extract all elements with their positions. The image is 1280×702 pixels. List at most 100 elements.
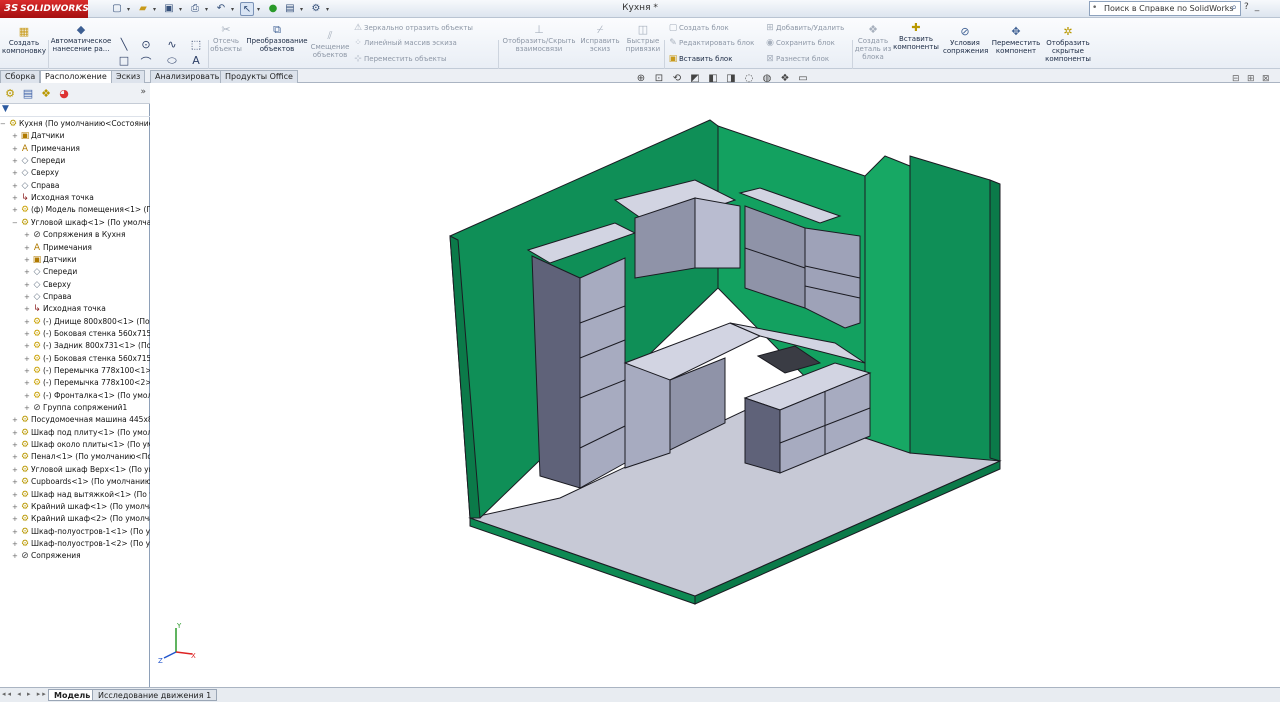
display-manager-icon[interactable]: ◕ — [56, 86, 72, 102]
mate-conditions-button[interactable]: ⊘ Условия сопряжения — [943, 26, 988, 56]
insert-block-button[interactable]: ▣ Вставить блок — [667, 53, 733, 65]
spline-icon[interactable]: ∿ — [165, 38, 179, 51]
previous-view-icon[interactable]: ⟲ — [670, 73, 684, 87]
undo-icon[interactable]: ↶ — [214, 2, 228, 16]
print-icon[interactable]: ⎙ — [188, 2, 202, 16]
tree-node[interactable]: + ⊘ Сопряжения — [12, 550, 81, 562]
mirror-entities-button[interactable]: ⚠ Зеркально отразить объекты — [352, 22, 473, 34]
tree-filter[interactable]: ▼ — [0, 104, 150, 117]
undo-dropdown-icon[interactable]: ▾ — [231, 6, 237, 13]
expand-toggle-icon[interactable]: − — [12, 217, 19, 229]
save-dropdown-icon[interactable]: ▾ — [179, 6, 185, 13]
tree-node[interactable]: + ⚙ Пенал<1> (По умолчанию<По — [12, 451, 150, 463]
section-view-icon[interactable]: ◩ — [688, 73, 702, 87]
offset-entities-button[interactable]: ⫽ Смещение объектов — [310, 30, 350, 60]
insert-components-button[interactable]: ✚ Вставить компоненты — [893, 22, 939, 52]
explode-block-button[interactable]: ⊠ Разнести блок — [764, 53, 829, 65]
line-icon[interactable]: ╲ — [117, 38, 131, 51]
feature-manager-tree-icon[interactable]: ⚙ — [2, 86, 18, 102]
expand-toggle-icon[interactable]: + — [24, 365, 31, 377]
filter-icon[interactable]: ▼ — [2, 104, 9, 114]
expand-panel-icon[interactable]: » — [140, 87, 146, 97]
options-gear-icon[interactable]: ⚙ — [309, 2, 323, 16]
options-dropdown-icon[interactable]: ▾ — [326, 6, 332, 13]
add-remove-block-button[interactable]: ⊞ Добавить/Удалить — [764, 22, 844, 34]
expand-toggle-icon[interactable]: + — [24, 377, 31, 389]
expand-toggle-icon[interactable]: + — [24, 316, 31, 328]
tree-node[interactable]: + A Примечания — [12, 143, 80, 155]
expand-toggle-icon[interactable]: + — [24, 340, 31, 352]
expand-toggle-icon[interactable]: + — [12, 526, 19, 538]
linear-pattern-button[interactable]: ⁘ Линейный массив эскиза — [352, 37, 457, 49]
expand-toggle-icon[interactable]: + — [24, 402, 31, 414]
tree-node[interactable]: +⚙(-) Перемычка 778x100<1> (П — [24, 365, 150, 377]
tree-node[interactable]: + ⚙ Угловой шкаф Верх<1> (По умо — [12, 464, 150, 476]
tree-node[interactable]: + ⚙ Посудомоечная машина 445x82 — [12, 414, 150, 426]
expand-toggle-icon[interactable]: + — [12, 439, 19, 451]
tree-node[interactable]: + ⚙ Крайний шкаф<1> (По умолчан — [12, 501, 150, 513]
tree-node[interactable]: + ⚙ Шкаф-полуостров-1<2> (По ум — [12, 538, 150, 550]
expand-toggle-icon[interactable]: + — [12, 130, 19, 142]
save-icon[interactable]: ▣ — [162, 2, 176, 16]
tree-node[interactable]: + ◇ Сверху — [24, 279, 71, 291]
tree-node[interactable]: + ⊘ Сопряжения в Кухня — [24, 229, 125, 241]
rebuild-icon[interactable]: ● — [266, 2, 280, 16]
tree-node[interactable]: + ⚙ (ф) Модель помещения<1> (По — [12, 204, 150, 216]
close-viewport-icon[interactable]: ⊠ — [1262, 74, 1270, 84]
expand-toggle-icon[interactable]: + — [12, 414, 19, 426]
tree-node[interactable]: + ◇ Справа — [24, 291, 72, 303]
tree-node[interactable]: + ⚙ Крайний шкаф<2> (По умолчан — [12, 513, 150, 525]
minimize-icon[interactable]: _ — [1255, 2, 1260, 12]
tree-node[interactable]: + ⊘ Группа сопряжений1 — [24, 402, 127, 414]
move-component-button[interactable]: ✥ Переместить компонент — [990, 26, 1042, 56]
expand-toggle-icon[interactable]: + — [24, 229, 31, 241]
print-dropdown-icon[interactable]: ▾ — [205, 6, 211, 13]
select-dropdown-icon[interactable]: ▾ — [257, 6, 263, 13]
convert-entities-button[interactable]: ⧉ Преобразование объектов — [246, 24, 308, 54]
tree-node[interactable]: − ⚙ Кухня (По умолчанию<Состояние — [0, 118, 150, 130]
configuration-manager-icon[interactable]: ❖ — [38, 86, 54, 102]
tree-node[interactable]: + ↳ Исходная точка — [24, 303, 106, 315]
view-settings-icon[interactable]: ▭ — [796, 73, 810, 87]
show-hide-relations-button[interactable]: ⊥ Отобразить/Скрыть взаимосвязи — [500, 24, 578, 54]
edit-block-button[interactable]: ✎ Редактировать блок — [667, 37, 754, 49]
display-style-icon[interactable]: ◨ — [724, 73, 738, 87]
tree-node[interactable]: + ◇ Сверху — [12, 167, 59, 179]
show-hidden-components-button[interactable]: ✲ Отобразить скрытые компоненты — [1044, 26, 1092, 64]
auto-dimension-button[interactable]: ◆ Автоматическое нанесение ра... — [50, 24, 112, 54]
expand-toggle-icon[interactable]: + — [24, 254, 31, 266]
tree-node[interactable]: + ◇ Справа — [12, 180, 60, 192]
new-dropdown-icon[interactable]: ▾ — [127, 6, 133, 13]
expand-toggle-icon[interactable]: + — [24, 328, 31, 340]
tab-layout[interactable]: Расположение — [40, 70, 112, 84]
expand-toggle-icon[interactable]: + — [24, 353, 31, 365]
tree-node[interactable]: +⚙(-) Задник 800x731<1> (По ум — [24, 340, 150, 352]
circle-icon[interactable]: ⊙ — [139, 38, 153, 51]
tab-model[interactable]: Модель — [48, 689, 97, 701]
expand-toggle-icon[interactable]: + — [12, 538, 19, 550]
text-sketch-icon[interactable]: A — [189, 54, 203, 67]
solidworks-logo[interactable]: 3S SOLIDWORKS — [0, 0, 89, 18]
expand-toggle-icon[interactable]: + — [12, 155, 19, 167]
tree-node[interactable]: + ⚙ (-) Фронталка<1> (По умолч — [24, 390, 150, 402]
expand-toggle-icon[interactable]: + — [12, 489, 19, 501]
repair-sketch-button[interactable]: ⌿ Исправить эскиз — [578, 24, 622, 54]
expand-toggle-icon[interactable]: + — [24, 390, 31, 402]
tree-node[interactable]: + ⚙ Шкаф около плиты<1> (По умол — [12, 439, 150, 451]
tab-navigation-arrows[interactable]: ◂◂ ◂ ▸ ▸▸ — [2, 690, 48, 698]
quick-snaps-button[interactable]: ◫ Быстрые привязки — [624, 24, 662, 54]
select-arrow-icon[interactable]: ↖ — [240, 2, 254, 16]
new-document-icon[interactable]: ▢ — [110, 2, 124, 16]
make-part-from-block-button[interactable]: ❖ Создать деталь из блока — [854, 24, 892, 62]
expand-toggle-icon[interactable]: + — [12, 451, 19, 463]
construction-geometry-icon[interactable]: ⬚ — [189, 38, 203, 51]
tree-node[interactable]: + ◇ Спереди — [12, 155, 65, 167]
property-manager-icon[interactable]: ▤ — [20, 86, 36, 102]
restore-viewport-icon[interactable]: ⊟ — [1232, 74, 1240, 84]
tree-node[interactable]: + ↳ Исходная точка — [12, 192, 94, 204]
expand-toggle-icon[interactable]: + — [12, 192, 19, 204]
expand-toggle-icon[interactable]: + — [12, 501, 19, 513]
view-orientation-icon[interactable]: ◧ — [706, 73, 720, 87]
expand-toggle-icon[interactable]: + — [12, 513, 19, 525]
tab-sketch[interactable]: Эскиз — [111, 70, 146, 83]
